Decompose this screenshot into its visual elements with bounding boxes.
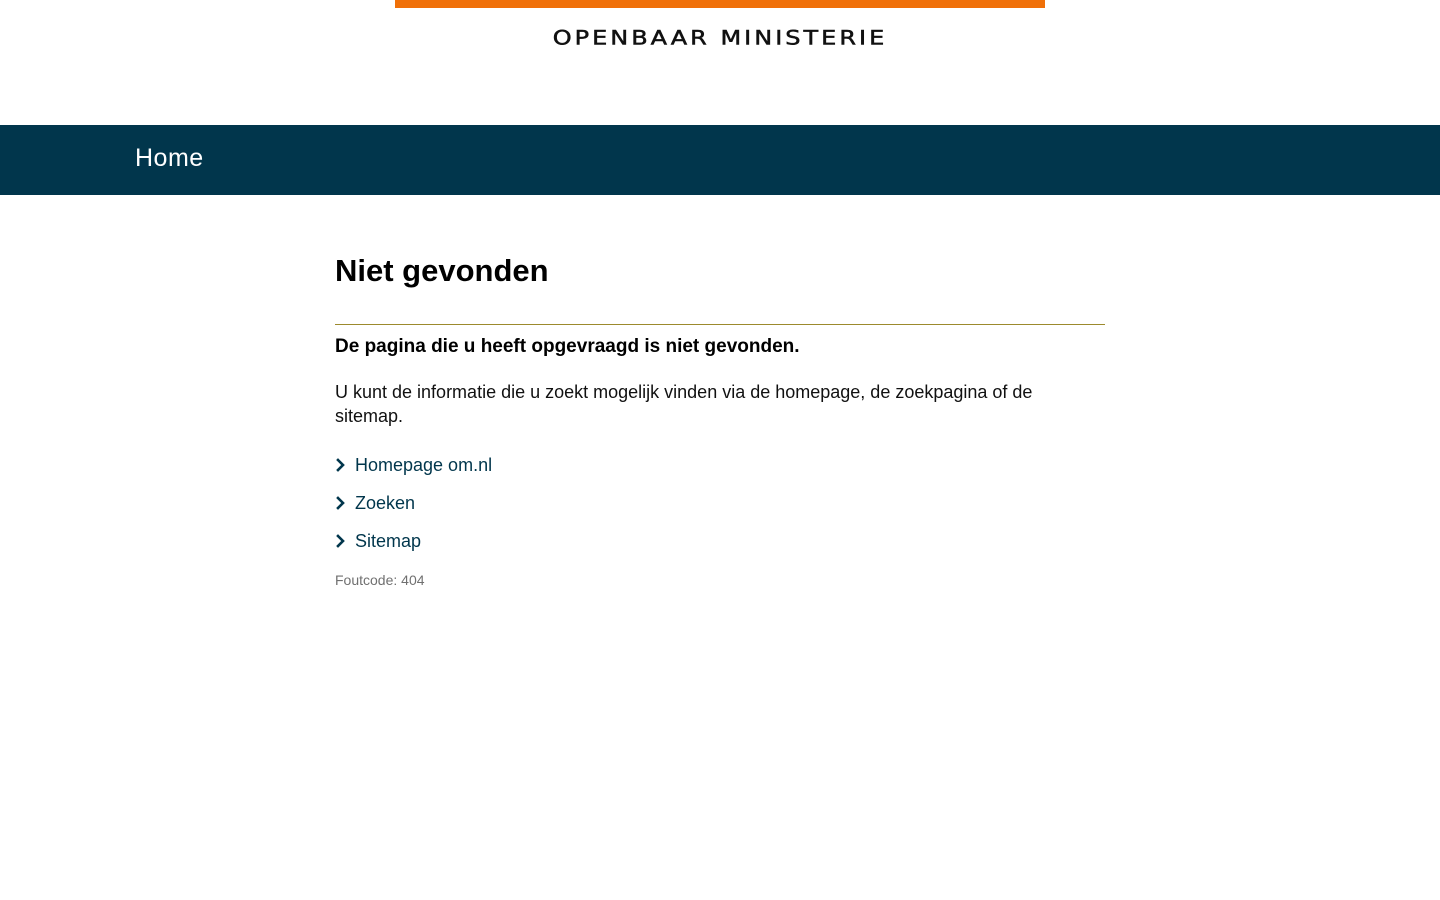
- main-content: Niet gevonden De pagina die u heeft opge…: [335, 195, 1105, 590]
- error-code: Foutcode: 404: [335, 572, 425, 588]
- sitemap-link[interactable]: Sitemap: [355, 529, 421, 553]
- site-header: OPENBAAR MINISTERIE: [0, 0, 1440, 125]
- logo-orange-bar: [395, 0, 1045, 8]
- lead-text: De pagina die u heeft opgevraagd is niet…: [335, 336, 800, 357]
- chevron-right-icon: [336, 496, 345, 510]
- title-divider: [335, 324, 1105, 325]
- list-item: Homepage om.nl: [335, 453, 1105, 491]
- chevron-right-icon: [336, 534, 345, 548]
- homepage-link[interactable]: Homepage om.nl: [355, 453, 492, 477]
- site-logo[interactable]: OPENBAAR MINISTERIE: [395, 26, 1045, 49]
- page-title: Niet gevonden: [335, 253, 549, 288]
- list-item: Zoeken: [335, 491, 1105, 529]
- info-text: U kunt de informatie die u zoekt mogelij…: [335, 382, 1033, 426]
- chevron-right-icon: [336, 458, 345, 472]
- link-list: Homepage om.nl Zoeken Sitemap: [335, 453, 1105, 567]
- list-item: Sitemap: [335, 529, 1105, 567]
- nav-home-link[interactable]: Home: [135, 142, 204, 174]
- main-navigation: Home: [0, 125, 1440, 195]
- search-link[interactable]: Zoeken: [355, 491, 415, 515]
